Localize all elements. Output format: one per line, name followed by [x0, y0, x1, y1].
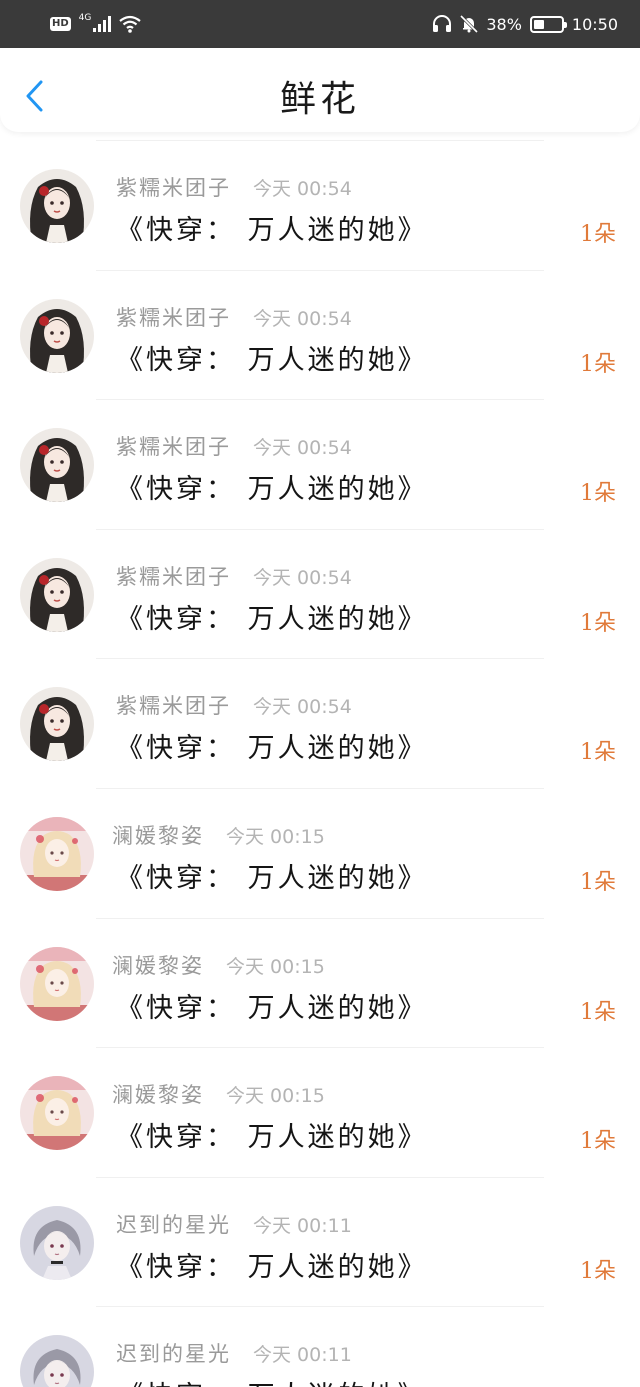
row-divider	[96, 269, 544, 271]
avatar[interactable]	[20, 428, 94, 503]
timestamp: 今天 00:54	[253, 178, 352, 200]
flower-count: 1朵	[580, 351, 616, 377]
header: 鲜花	[0, 48, 640, 132]
row-meta: 紫糯米团子 今天 00:54	[116, 431, 352, 461]
list-item[interactable]: 紫糯米团子 今天 00:54 《快穿： 万人迷的她》 1朵	[0, 528, 640, 659]
battery-icon	[529, 15, 567, 33]
clock: 10:50	[571, 14, 618, 34]
row-divider	[96, 1176, 544, 1178]
signal-icon	[93, 16, 112, 32]
status-right: 38% 10:50	[432, 15, 618, 34]
book-title: 《快穿： 万人迷的她》	[116, 862, 428, 894]
flower-count: 1朵	[580, 740, 616, 766]
list-item[interactable]: 紫糯米团子 今天 00:54 《快穿： 万人迷的她》 1朵	[0, 658, 640, 788]
book-title: 《快穿： 万人迷的她》	[116, 215, 428, 246]
user-name[interactable]: 紫糯米团子	[116, 431, 231, 461]
row-meta: 迟到的星光 今天 00:11	[116, 1338, 352, 1368]
timestamp: 今天 00:54	[253, 307, 352, 330]
avatar[interactable]	[20, 1205, 94, 1280]
user-name[interactable]: 澜媛黎姿	[112, 950, 204, 980]
timestamp: 今天 00:54	[253, 437, 352, 460]
page-title: 鲜花	[279, 79, 360, 120]
avatar[interactable]	[20, 1335, 94, 1387]
row-meta: 澜媛黎姿 今天 00:15	[112, 820, 325, 850]
hd-badge: HD	[50, 17, 71, 31]
timestamp: 今天 00:15	[226, 1085, 325, 1108]
list-item[interactable]: 紫糯米团子 今天 00:54 《快穿： 万人迷的她》 1朵	[0, 140, 640, 270]
avatar[interactable]	[20, 298, 94, 373]
book-title: 《快穿： 万人迷的她》	[116, 603, 428, 635]
row-meta: 紫糯米团子 今天 00:54	[116, 302, 352, 332]
flower-count: 1朵	[580, 610, 616, 636]
status-left: HD 4G	[50, 13, 142, 33]
flower-count: 1朵	[580, 1129, 616, 1155]
avatar[interactable]	[20, 687, 94, 762]
avatar[interactable]	[20, 946, 94, 1021]
network-type: 4G	[78, 13, 92, 23]
row-divider	[96, 1306, 544, 1308]
book-title: 《快穿： 万人迷的她》	[116, 474, 428, 506]
row-divider	[96, 140, 544, 141]
row-meta: 紫糯米团子 今天 00:54	[116, 172, 352, 202]
user-name[interactable]: 迟到的星光	[116, 1338, 231, 1368]
row-divider	[96, 787, 544, 789]
headphones-icon	[433, 15, 452, 32]
row-meta: 澜媛黎姿 今天 00:15	[112, 950, 325, 980]
book-title: 《快穿： 万人迷的她》	[116, 1122, 428, 1154]
user-name[interactable]: 紫糯米团子	[116, 561, 231, 591]
user-name[interactable]: 澜媛黎姿	[112, 820, 204, 850]
flower-count: 1朵	[580, 222, 616, 247]
timestamp: 今天 00:15	[226, 825, 325, 848]
row-divider	[96, 658, 544, 660]
user-name[interactable]: 紫糯米团子	[116, 172, 231, 202]
avatar[interactable]	[20, 169, 94, 243]
flower-count: 1朵	[580, 869, 616, 895]
battery-percent: 38%	[486, 14, 522, 34]
list-item[interactable]: 澜媛黎姿 今天 00:15 《快穿： 万人迷的她》 1朵	[0, 1047, 640, 1177]
user-name[interactable]: 迟到的星光	[116, 1209, 231, 1239]
timestamp: 今天 00:54	[253, 696, 352, 719]
list-item[interactable]: 澜媛黎姿 今天 00:15 《快穿： 万人迷的她》 1朵	[0, 917, 640, 1048]
row-meta: 澜媛黎姿 今天 00:15	[112, 1079, 325, 1109]
list-item[interactable]: 紫糯米团子 今天 00:54 《快穿： 万人迷的她》 1朵	[0, 399, 640, 529]
row-meta: 紫糯米团子 今天 00:54	[116, 690, 352, 720]
flower-list: 紫糯米团子 今天 00:54 《快穿： 万人迷的她》 1朵 紫糯米团子 今天 00:54 《…	[0, 140, 640, 1387]
status-bar: HD 4G 38% 10:50	[0, 0, 640, 48]
row-meta: 紫糯米团子 今天 00:54	[116, 561, 352, 591]
list-item[interactable]: 紫糯米团子 今天 00:54 《快穿： 万人迷的她》 1朵	[0, 269, 640, 400]
flower-count: 1朵	[580, 1382, 616, 1387]
timestamp: 今天 00:15	[226, 955, 325, 978]
row-divider	[96, 917, 544, 919]
user-name[interactable]: 紫糯米团子	[116, 302, 231, 332]
list-item[interactable]: 迟到的星光今天 00:11 《快穿： 万人迷的她》 1朵	[0, 1306, 640, 1387]
book-title: 《快穿： 万人迷的她》	[116, 992, 428, 1024]
timestamp: 今天 00:11	[253, 1214, 352, 1237]
timestamp: 今天 00:11	[253, 1344, 352, 1367]
book-title: 《快穿： 万人迷的她》	[116, 344, 428, 376]
row-divider	[96, 1047, 544, 1049]
avatar[interactable]	[20, 816, 94, 891]
list-item[interactable]: 澜媛黎姿 今天 00:15 《快穿： 万人迷的她》 1朵	[0, 787, 640, 918]
flower-count: 1朵	[580, 999, 616, 1025]
flower-count: 1朵	[580, 1258, 616, 1284]
row-divider	[96, 399, 544, 401]
book-title: 《快穿： 万人迷的她》	[116, 733, 428, 765]
mute-bell-icon	[460, 15, 479, 33]
user-name[interactable]: 澜媛黎姿	[112, 1079, 204, 1109]
battery-fill	[533, 19, 544, 29]
wifi-icon	[119, 15, 142, 33]
row-divider	[96, 528, 544, 530]
flower-count: 1朵	[580, 481, 616, 507]
book-title: 《快穿： 万人迷的她》	[116, 1374, 428, 1387]
list-item[interactable]: 迟到的星光今天 00:11 《快穿： 万人迷的她》 1朵	[0, 1176, 640, 1307]
user-name[interactable]: 紫糯米团子	[116, 690, 231, 720]
avatar[interactable]	[20, 557, 94, 632]
timestamp: 今天 00:54	[253, 566, 352, 589]
avatar[interactable]	[20, 1076, 94, 1151]
book-title: 《快穿： 万人迷的她》	[116, 1251, 428, 1283]
row-meta: 迟到的星光 今天 00:11	[116, 1209, 352, 1239]
